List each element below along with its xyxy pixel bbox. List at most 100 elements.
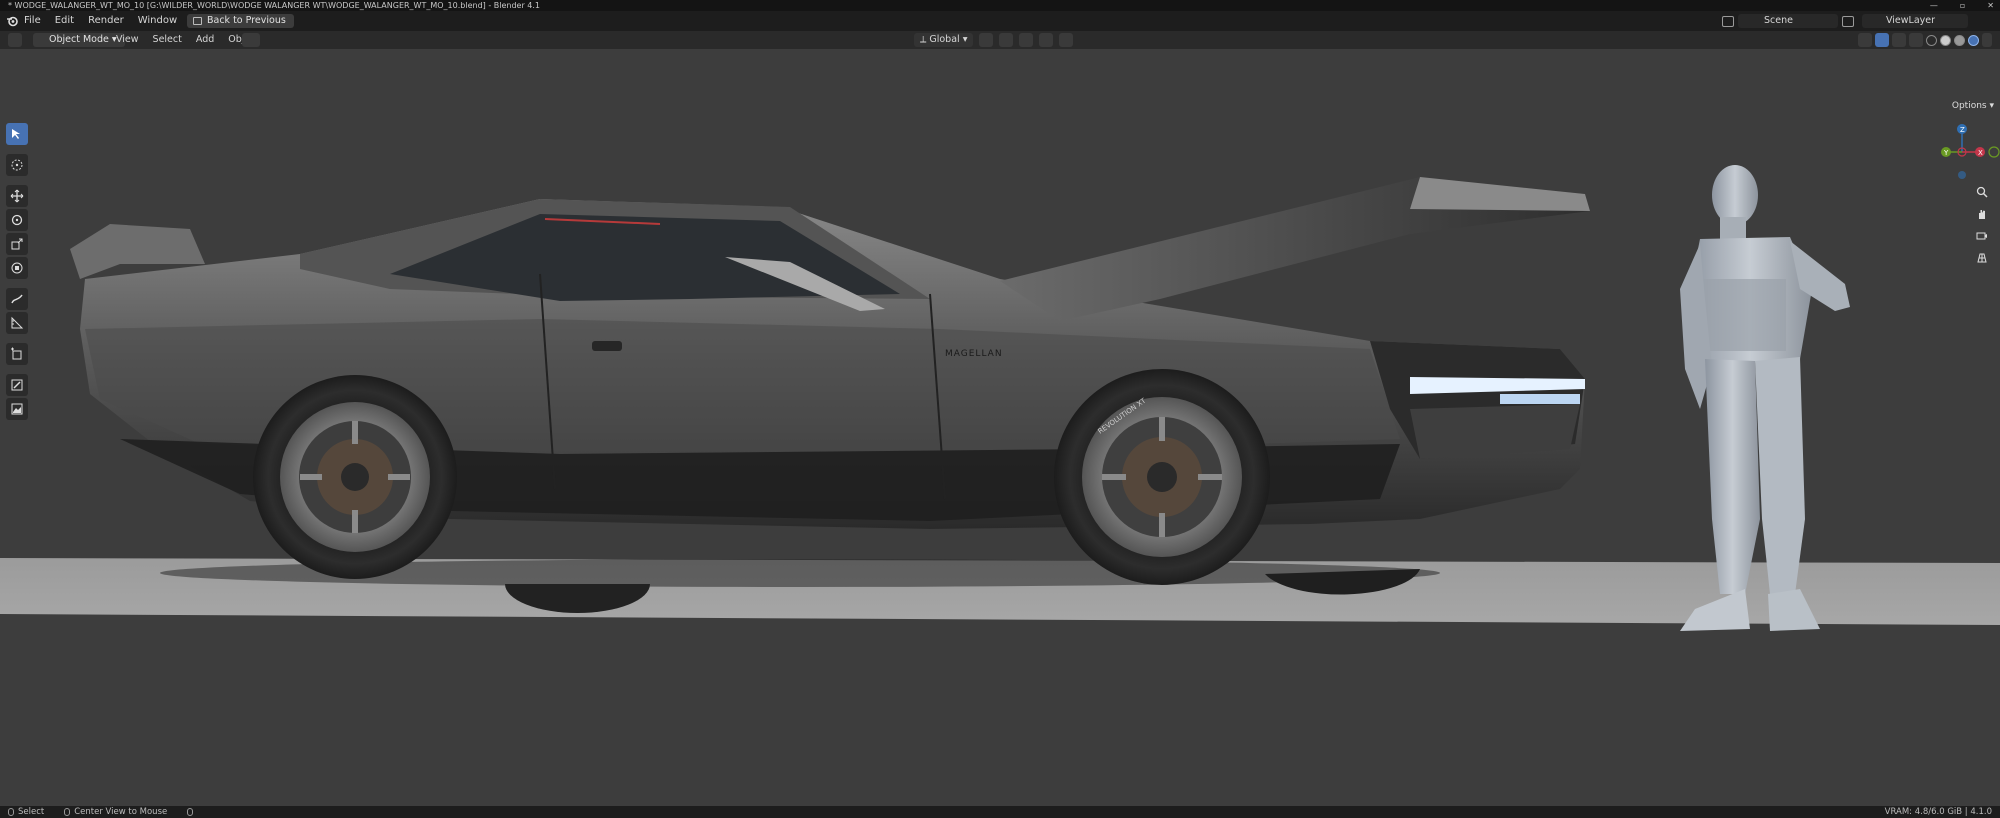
- view-navigation-buttons: [1974, 184, 1990, 266]
- mode-label: Object Mode: [49, 34, 109, 45]
- scale-tool[interactable]: [6, 233, 28, 255]
- zoom-icon: [1976, 186, 1988, 198]
- falloff-icon[interactable]: [1059, 33, 1074, 47]
- transform-icon: [11, 262, 23, 274]
- image-tool[interactable]: [6, 398, 28, 420]
- ruler-icon: [11, 316, 24, 329]
- viewport-header: Object Mode ▾ View Select Add Object ⟂ G…: [0, 31, 2000, 49]
- visibility-icon[interactable]: [1858, 33, 1872, 47]
- transform-controls: ⟂ Global ▾: [914, 33, 1074, 47]
- back-to-previous-button[interactable]: Back to Previous: [187, 14, 294, 28]
- camera-icon: [1976, 232, 1987, 240]
- gesture-icon[interactable]: [242, 33, 260, 47]
- add-cube-tool[interactable]: [6, 343, 28, 365]
- car-badge: MAGELLAN: [945, 349, 1003, 359]
- scene-field[interactable]: Scene: [1738, 14, 1838, 28]
- options-label: Options: [1951, 101, 1987, 111]
- screen-icon: [193, 17, 202, 25]
- perspective-toggle-button[interactable]: [1974, 250, 1990, 266]
- shear-tool[interactable]: [6, 374, 28, 396]
- wireframe-shading-icon[interactable]: [1926, 34, 1937, 46]
- menu-edit[interactable]: Edit: [55, 11, 74, 31]
- zoom-view-button[interactable]: [1974, 184, 1990, 200]
- shear-icon: [11, 379, 23, 391]
- editor-type-icon[interactable]: [8, 33, 22, 47]
- menu-view[interactable]: View: [116, 31, 139, 49]
- xray-icon[interactable]: [1909, 33, 1923, 47]
- cursor-tool[interactable]: [6, 154, 28, 176]
- orientation-label: Global: [929, 34, 960, 45]
- axis-x-label: X: [1978, 149, 1983, 157]
- menu-render[interactable]: Render: [88, 11, 124, 31]
- mouse-right-icon: [187, 807, 194, 816]
- snap-target-icon[interactable]: [1019, 33, 1034, 47]
- view-layer-selector: ViewLayer: [1862, 14, 1968, 28]
- rotate-tool[interactable]: [6, 209, 28, 231]
- camera-view-button[interactable]: [1974, 228, 1990, 244]
- minimize-icon[interactable]: —: [1930, 0, 1938, 11]
- blender-logo-icon[interactable]: [6, 15, 18, 27]
- maximize-icon[interactable]: ▫: [1960, 0, 1965, 11]
- status-center-view-label: Center View to Mouse: [74, 807, 168, 817]
- annotate-tool[interactable]: [6, 288, 28, 310]
- menu-select[interactable]: Select: [153, 31, 182, 49]
- status-select-label: Select: [18, 807, 45, 817]
- scene-icon[interactable]: [1722, 15, 1734, 27]
- material-shading-icon[interactable]: [1954, 34, 1965, 46]
- door-handle: [592, 341, 622, 351]
- 3d-cursor-icon: [11, 159, 23, 171]
- mouse-middle-icon: [64, 807, 71, 816]
- menu-window[interactable]: Window: [138, 11, 177, 31]
- scene-selector: Scene: [1722, 14, 1854, 28]
- proportional-edit-icon[interactable]: [1039, 33, 1054, 47]
- viewport-scene: MAGELLAN REVOLUTION XT: [0, 165, 2000, 631]
- rotate-icon: [11, 214, 23, 226]
- status-select: Select: [8, 806, 44, 818]
- pan-view-button[interactable]: [1974, 206, 1990, 222]
- select-cursor-icon: [12, 129, 20, 139]
- window-titlebar: * WODGE_WALANGER_WT_MO_10 [G:\WILDER_WOR…: [0, 0, 2000, 11]
- snap-icon[interactable]: [999, 33, 1014, 47]
- new-scene-icon[interactable]: [1842, 15, 1854, 27]
- 3d-viewport[interactable]: MAGELLAN REVOLUTION XT Options ▾ Z Y X: [0, 49, 2000, 806]
- status-bar: Select Center View to Mouse VRAM: 4.8/6.…: [0, 806, 2000, 818]
- menu-add[interactable]: Add: [196, 31, 214, 49]
- solid-shading-icon[interactable]: [1940, 34, 1951, 46]
- main-menu: File Edit Render Window Help: [24, 11, 214, 31]
- axis-y-label: Y: [1943, 149, 1949, 157]
- gizmo-toggle-icon[interactable]: [1875, 33, 1889, 47]
- transform-tool[interactable]: [6, 257, 28, 279]
- grid-icon: [1977, 253, 1987, 263]
- view-layer-name: ViewLayer: [1886, 15, 1936, 26]
- move-tool[interactable]: [6, 185, 28, 207]
- image-icon: [11, 403, 23, 415]
- close-icon[interactable]: ✕: [1987, 0, 1994, 11]
- object-mode-dropdown[interactable]: Object Mode ▾: [33, 33, 125, 47]
- rendered-shading-icon[interactable]: [1968, 34, 1979, 46]
- transform-orientation-dropdown[interactable]: ⟂ Global ▾: [914, 33, 974, 47]
- axis-z-label: Z: [1960, 126, 1965, 134]
- tool-shelf: [6, 123, 28, 420]
- annotate-pencil-icon: [11, 294, 23, 304]
- view-layer-field[interactable]: ViewLayer: [1862, 14, 1968, 28]
- menu-file[interactable]: File: [24, 11, 41, 31]
- options-dropdown[interactable]: Options ▾: [1952, 101, 1994, 111]
- viewport-shading-controls: [1858, 33, 1992, 47]
- add-cube-icon: [11, 347, 22, 360]
- shading-options-icon[interactable]: [1982, 33, 1992, 47]
- hand-icon: [1979, 210, 1985, 219]
- window-controls: — ▫ ✕: [1930, 0, 1994, 11]
- back-to-previous-label: Back to Previous: [207, 15, 286, 26]
- status-mouse-right: [187, 806, 197, 818]
- select-box-tool[interactable]: [6, 123, 28, 145]
- scale-icon: [11, 238, 23, 250]
- navigation-gizmo[interactable]: Z Y X: [1940, 119, 2000, 199]
- overlay-icon[interactable]: [1892, 33, 1906, 47]
- vram-readout: VRAM: 4.8/6.0 GiB | 4.1.0: [1884, 807, 1992, 817]
- measure-tool[interactable]: [6, 312, 28, 334]
- viewport-menus: View Select Add Object: [116, 31, 259, 49]
- pivot-point-icon[interactable]: [979, 33, 994, 47]
- scene-name: Scene: [1764, 15, 1793, 26]
- mouse-left-icon: [8, 807, 14, 816]
- human-reference-figure: [1680, 165, 1850, 631]
